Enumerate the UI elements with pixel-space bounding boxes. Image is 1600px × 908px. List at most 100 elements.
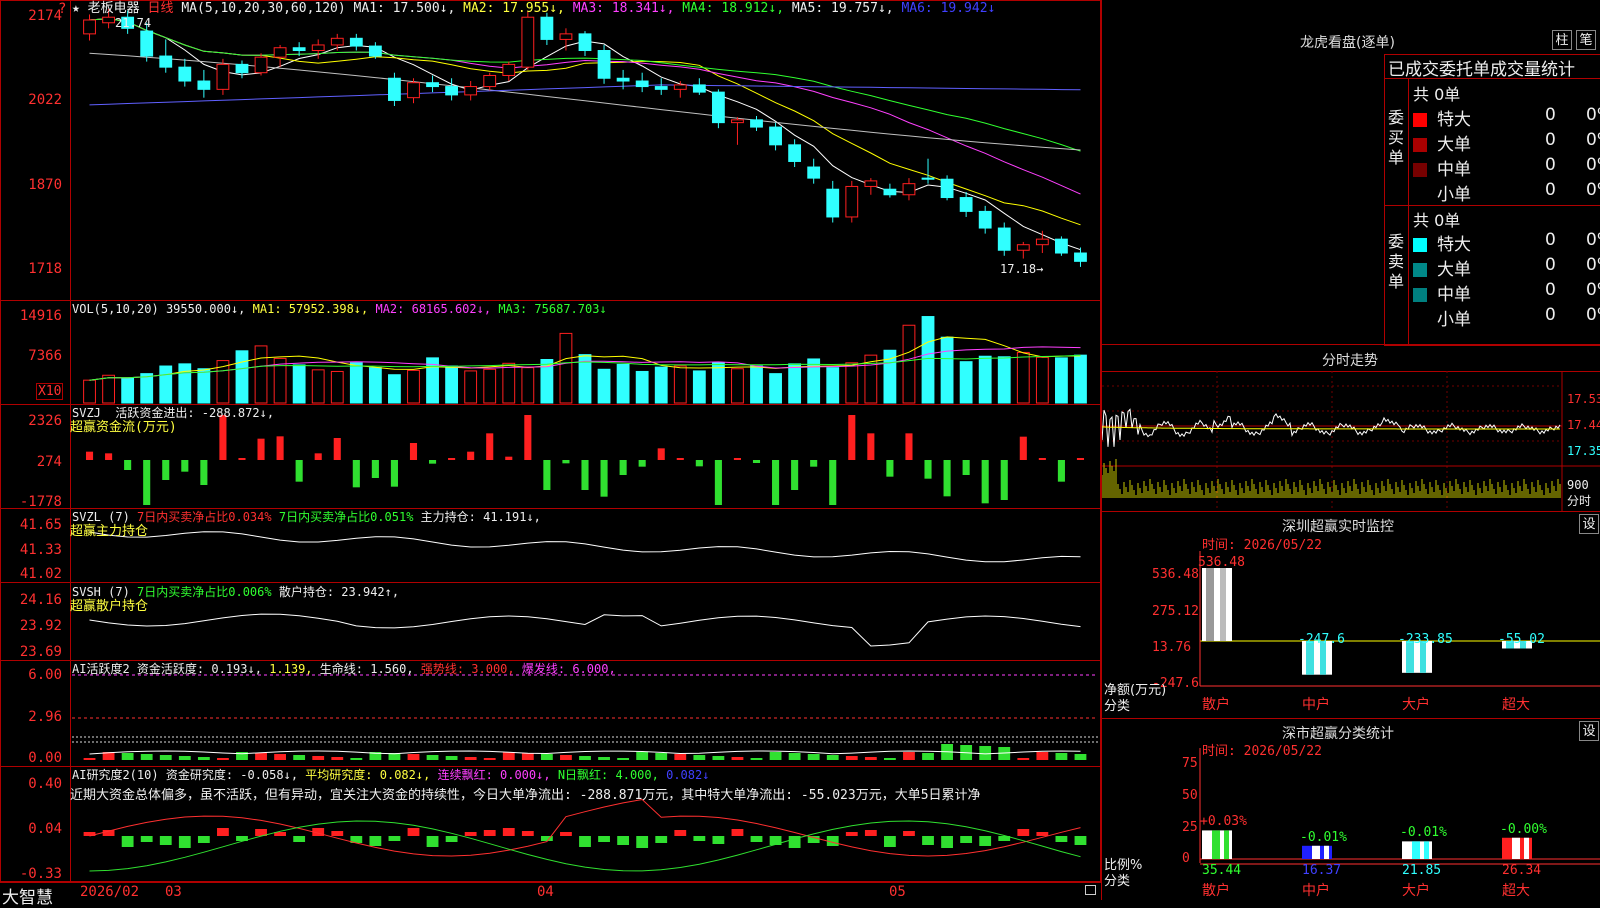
volume-bar bbox=[750, 365, 763, 404]
period-label[interactable]: 日线 bbox=[148, 1, 174, 16]
tick-mode-button[interactable]: 笔 bbox=[1576, 30, 1596, 50]
activity-bar bbox=[407, 754, 420, 760]
volume-bar bbox=[597, 368, 611, 404]
sell-pct: 0% bbox=[1586, 305, 1600, 325]
candle-body bbox=[1035, 238, 1049, 246]
volume-bar bbox=[159, 365, 173, 404]
monitor-unit: 净额(万元) bbox=[1104, 683, 1167, 698]
classify-tick-3: 0 bbox=[1182, 851, 1190, 866]
candle-body bbox=[483, 74, 497, 88]
activity-bar bbox=[255, 753, 267, 760]
sell-order-label: 委卖单 bbox=[1388, 232, 1405, 291]
candle-body bbox=[997, 227, 1011, 251]
volume-bar bbox=[1074, 354, 1087, 404]
classify-bar-shade bbox=[1524, 837, 1529, 859]
ma-params: MA(5,10,20,30,60,120) bbox=[181, 1, 346, 16]
bar-mode-button[interactable]: 柱 bbox=[1552, 30, 1572, 50]
ai2-tick-1: 0.04 bbox=[28, 821, 62, 837]
classify-bar-shade bbox=[1312, 845, 1320, 859]
candle-body bbox=[502, 63, 516, 76]
buy-pct: 0% bbox=[1586, 130, 1600, 150]
research-line-red bbox=[89, 798, 1081, 857]
ai1-tick-1: 2.96 bbox=[28, 709, 62, 725]
activity-bar bbox=[140, 754, 153, 760]
stock-name: 老板电器 bbox=[87, 1, 140, 16]
svsh-ratio: 7日内买卖净占比0.006% bbox=[137, 585, 272, 599]
volume-bar bbox=[902, 324, 916, 404]
vol-value: 39550.000↓, bbox=[165, 302, 246, 316]
buy-pct: 0% bbox=[1586, 180, 1600, 200]
fenshi-vol-label: 分时 bbox=[1567, 494, 1592, 508]
monitor-category: 中户 bbox=[1302, 697, 1330, 713]
research-bar bbox=[712, 836, 725, 844]
ai2-avg: 平均研究度: 0.082↓, bbox=[305, 768, 431, 782]
svzj-tick-0: 2326 bbox=[28, 413, 62, 429]
fund-flow-bar bbox=[124, 460, 132, 470]
research-bar bbox=[636, 836, 649, 848]
candle-body bbox=[769, 126, 782, 146]
candle-body bbox=[83, 19, 96, 35]
vol-unit-badge[interactable]: X10 bbox=[36, 383, 64, 400]
fund-flow-bar bbox=[600, 460, 608, 497]
sell-pct: 0% bbox=[1586, 230, 1600, 250]
buy-row: 大单 0 0% bbox=[1413, 130, 1600, 155]
candle-body bbox=[521, 16, 535, 68]
date-tick-m5: 05 bbox=[889, 884, 906, 900]
ai1-tick-0: 6.00 bbox=[28, 667, 62, 683]
buy-pct: 0% bbox=[1586, 105, 1600, 125]
classify-bar-shade bbox=[1224, 830, 1229, 859]
fund-flow-bar bbox=[467, 451, 475, 460]
classify-bar-pct: -0.00% bbox=[1500, 821, 1547, 837]
star-icon[interactable]: ★ bbox=[72, 1, 80, 16]
buy-value: 0 bbox=[1545, 155, 1556, 175]
price-tick-0: 2174 bbox=[28, 8, 62, 24]
fund-flow-bar bbox=[981, 460, 989, 504]
ma1-value: MA1: 17.500↓, bbox=[353, 1, 456, 16]
ai1-life: 生命线: 1.560, bbox=[319, 662, 414, 676]
volume-bar bbox=[83, 379, 96, 404]
price-tick-1: 2022 bbox=[28, 92, 62, 108]
activity-bar bbox=[883, 758, 896, 760]
research-bar bbox=[1036, 832, 1049, 836]
research-bar bbox=[750, 836, 763, 842]
volume-bar bbox=[254, 345, 268, 404]
fenshi-chart[interactable] bbox=[1102, 371, 1600, 511]
buy-name: 小单 bbox=[1437, 185, 1471, 205]
volume-bar bbox=[845, 362, 859, 404]
research-bar bbox=[1074, 836, 1087, 845]
monitor-bar-value: 536.48 bbox=[1198, 555, 1245, 570]
sell-name: 大单 bbox=[1437, 260, 1471, 280]
sell-total: 共 0单 bbox=[1413, 211, 1461, 230]
activity-bar bbox=[445, 756, 458, 760]
candle-body bbox=[978, 210, 992, 229]
activity-bar bbox=[560, 755, 572, 760]
classify-bar-pct: +0.03% bbox=[1200, 814, 1247, 830]
monitor-category: 超大 bbox=[1502, 697, 1530, 713]
research-bar bbox=[464, 832, 477, 836]
lock-icon[interactable] bbox=[1085, 885, 1096, 895]
volume-bar bbox=[368, 367, 382, 404]
volume-bar bbox=[616, 363, 630, 404]
lhb-title: 龙虎看盘(逐单) bbox=[1300, 35, 1395, 51]
research-bar bbox=[521, 831, 534, 836]
activity-bar bbox=[655, 753, 668, 760]
research-bar bbox=[903, 831, 915, 836]
svsh-header: SVSH (7) 7日内买卖净占比0.006% 散户持仓: 23.942↑, bbox=[72, 585, 399, 599]
volume-bar bbox=[959, 361, 973, 404]
fund-flow-bar bbox=[429, 460, 437, 464]
volume-bar bbox=[883, 349, 897, 404]
research-bar bbox=[845, 832, 858, 836]
classify-bar-shade bbox=[1412, 841, 1420, 859]
date-tick-m4: 04 bbox=[537, 884, 554, 900]
sell-row: 大单 0 0% bbox=[1413, 255, 1600, 280]
candle-body bbox=[254, 56, 268, 74]
sell-name: 中单 bbox=[1437, 285, 1471, 305]
fund-flow-bar bbox=[810, 460, 818, 467]
fund-flow-bar bbox=[333, 438, 341, 460]
volume-bar bbox=[407, 369, 420, 404]
activity-bar bbox=[217, 758, 229, 760]
svzj-sub: 超赢资金流(万元) bbox=[70, 420, 177, 435]
fund-flow-bar bbox=[924, 460, 932, 479]
candle-body bbox=[883, 188, 897, 196]
classify-category: 散户 bbox=[1202, 883, 1230, 899]
